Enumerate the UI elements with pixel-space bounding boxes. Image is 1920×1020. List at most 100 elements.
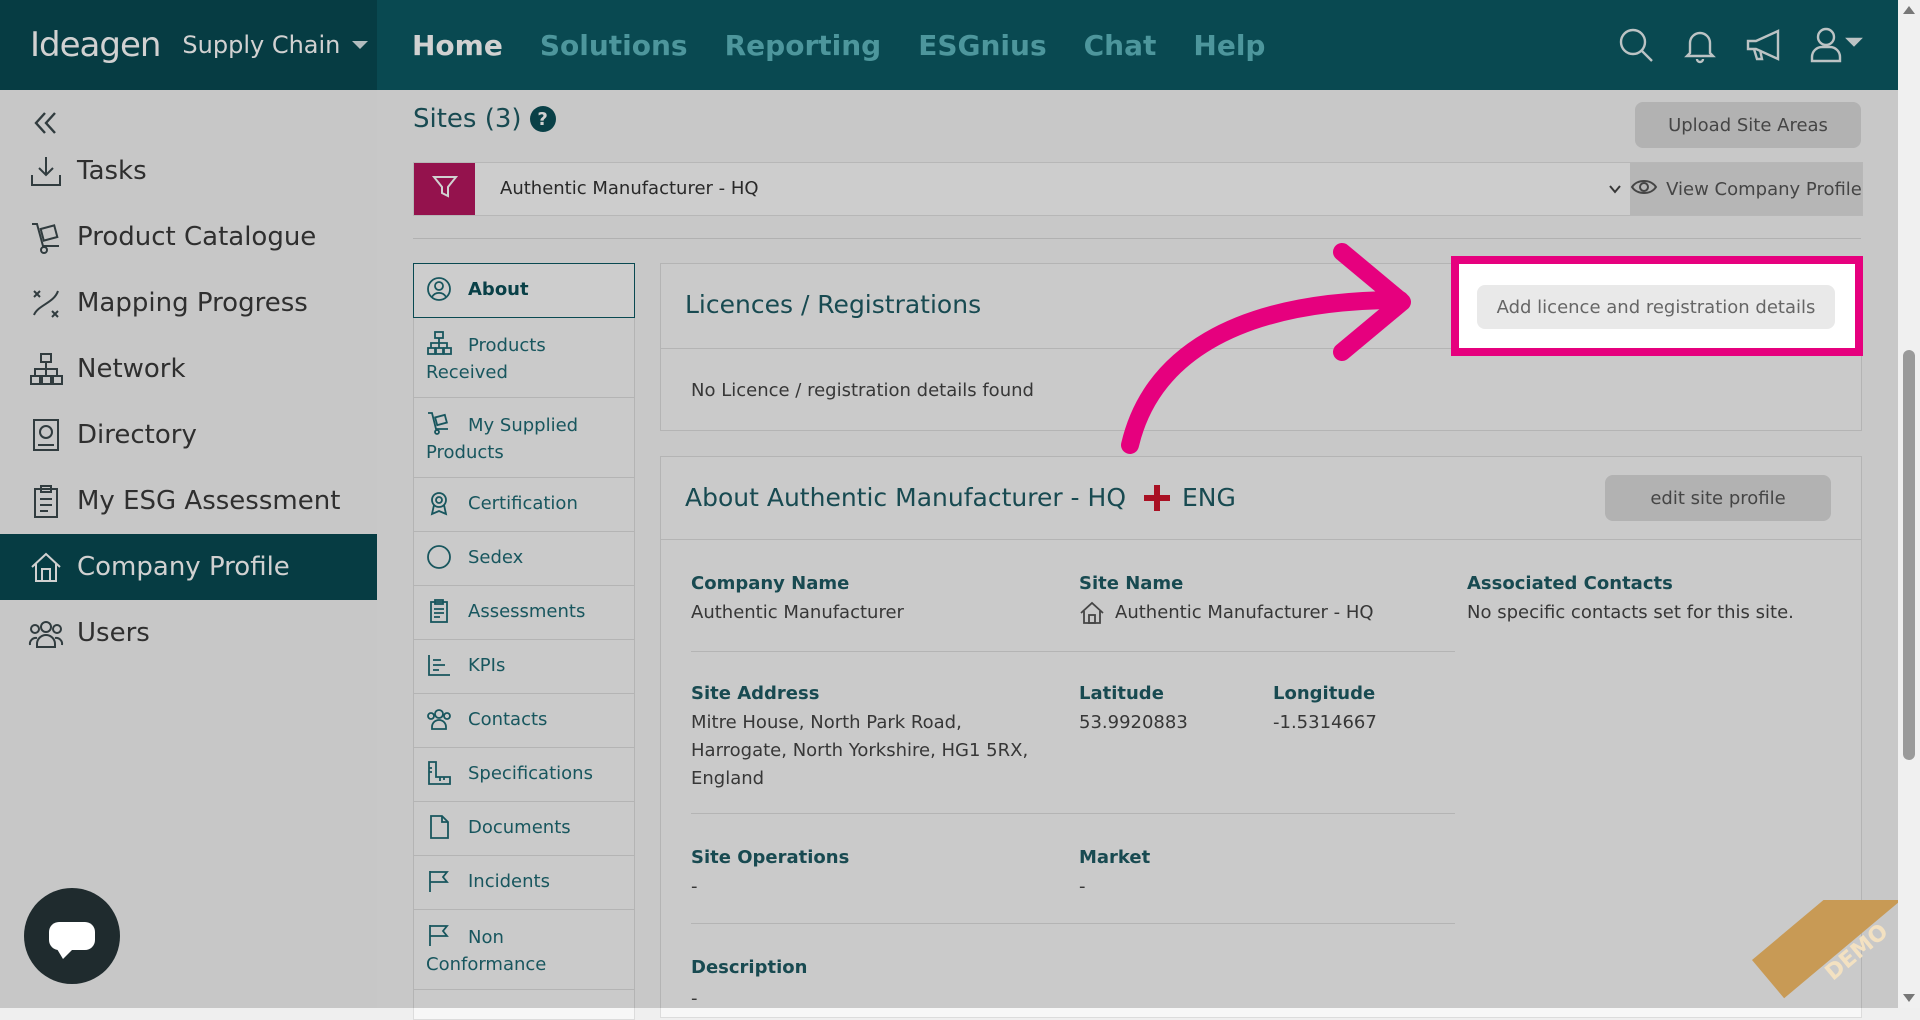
divider xyxy=(691,651,1455,652)
flag-icon xyxy=(426,868,452,894)
sidebar-item-users[interactable]: Users xyxy=(0,600,377,666)
market-label: Market xyxy=(1079,847,1151,868)
pointer-arrow-icon xyxy=(1121,243,1411,454)
sidebar-item-label: Company Profile xyxy=(77,552,290,582)
tab-label: About xyxy=(468,279,529,300)
site-select[interactable]: Authentic Manufacturer - HQ xyxy=(500,178,759,199)
eye-icon xyxy=(1630,177,1666,202)
profile-tabs: About Products Received My Supplied Prod… xyxy=(413,263,635,1020)
about-title: About Authentic Manufacturer - HQ ENG xyxy=(685,483,1236,512)
tab-certification[interactable]: Certification xyxy=(413,478,635,532)
award-icon xyxy=(426,490,452,516)
sidebar-item-mapping-progress[interactable]: Mapping Progress xyxy=(0,270,377,336)
tab-label: Products Received xyxy=(426,330,622,386)
tab-my-supplied-products[interactable]: My Supplied Products xyxy=(413,398,635,478)
site-operations-value: - xyxy=(691,876,698,897)
nav-help[interactable]: Help xyxy=(1193,29,1265,62)
ruler-icon xyxy=(426,760,452,786)
upload-site-areas-button[interactable]: Upload Site Areas xyxy=(1635,102,1861,148)
tab-sedex[interactable]: Sedex xyxy=(413,532,635,586)
main-content: Sites (3) ? Upload Site Areas Authentic … xyxy=(377,90,1898,1020)
clipboard-icon xyxy=(28,483,64,519)
filter-button[interactable] xyxy=(414,163,475,215)
tab-kpis[interactable]: KPIs xyxy=(413,640,635,694)
tab-documents[interactable]: Documents xyxy=(413,802,635,856)
scroll-thumb[interactable] xyxy=(1903,350,1915,760)
sidebar-item-my-esg-assessment[interactable]: My ESG Assessment xyxy=(0,468,377,534)
nav-chat[interactable]: Chat xyxy=(1084,29,1157,62)
site-name-text: Authentic Manufacturer - HQ xyxy=(1115,602,1374,623)
tab-non-conformance[interactable]: Non Conformance xyxy=(413,910,635,990)
edit-site-profile-button[interactable]: edit site profile xyxy=(1605,475,1831,521)
country-code: ENG xyxy=(1182,483,1236,512)
about-site-panel: About Authentic Manufacturer - HQ ENG ed… xyxy=(660,456,1862,1018)
chevron-down-icon[interactable] xyxy=(1608,181,1622,195)
top-tools xyxy=(1616,0,1868,90)
user-menu-icon[interactable] xyxy=(1808,25,1868,65)
nav-solutions[interactable]: Solutions xyxy=(540,29,688,62)
filter-icon xyxy=(431,173,459,205)
scroll-down-icon[interactable] xyxy=(1903,994,1915,1002)
route-icon xyxy=(28,285,64,321)
network-icon xyxy=(28,351,64,387)
divider xyxy=(691,813,1455,814)
download-tray-icon xyxy=(28,153,64,189)
highlight-frame: Add licence and registration details xyxy=(1451,256,1863,356)
tab-label: Specifications xyxy=(468,763,593,784)
tab-products-received[interactable]: Products Received xyxy=(413,318,635,398)
flag-icon xyxy=(426,922,452,948)
chat-launcher-button[interactable] xyxy=(24,888,120,984)
tab-specifications[interactable]: Specifications xyxy=(413,748,635,802)
search-icon[interactable] xyxy=(1616,25,1656,65)
tab-incidents[interactable]: Incidents xyxy=(413,856,635,910)
chevron-down-icon xyxy=(352,41,369,49)
megaphone-icon[interactable] xyxy=(1744,25,1784,65)
site-name-value: Authentic Manufacturer - HQ xyxy=(1079,599,1374,627)
add-licence-button[interactable]: Add licence and registration details xyxy=(1477,285,1835,329)
collapse-sidebar-icon[interactable] xyxy=(30,108,60,138)
nav-reporting[interactable]: Reporting xyxy=(725,29,882,62)
site-operations-label: Site Operations xyxy=(691,847,850,868)
scroll-up-icon[interactable] xyxy=(1903,6,1915,14)
tab-label: Incidents xyxy=(468,871,550,892)
company-name-value: Authentic Manufacturer xyxy=(691,602,904,623)
latitude-value: 53.9920883 xyxy=(1079,712,1188,733)
sidebar-item-company-profile[interactable]: Company Profile xyxy=(0,534,377,600)
divider xyxy=(691,923,1455,924)
tab-label: Sedex xyxy=(468,547,524,568)
licences-title: Licences / Registrations xyxy=(685,290,982,319)
sidebar-item-tasks[interactable]: Tasks xyxy=(0,138,377,204)
users-icon xyxy=(426,706,452,732)
help-icon[interactable]: ? xyxy=(529,106,556,132)
licences-empty-message: No Licence / registration details found xyxy=(691,380,1034,401)
tab-label: Contacts xyxy=(468,709,548,730)
sidebar-item-label: Users xyxy=(77,618,150,648)
tab-about[interactable]: About xyxy=(413,263,635,318)
sidebar-item-directory[interactable]: Directory xyxy=(0,402,377,468)
view-company-profile-button[interactable]: View Company Profile xyxy=(1630,163,1862,215)
tab-more[interactable] xyxy=(413,990,635,1020)
network-icon xyxy=(426,330,452,356)
circle-icon xyxy=(426,544,452,570)
tab-assessments[interactable]: Assessments xyxy=(413,586,635,640)
tab-contacts[interactable]: Contacts xyxy=(413,694,635,748)
longitude-value: -1.5314667 xyxy=(1273,712,1377,733)
tab-label: Documents xyxy=(468,817,571,838)
bell-icon[interactable] xyxy=(1680,25,1720,65)
england-flag-icon xyxy=(1144,484,1170,511)
sidebar-item-product-catalogue[interactable]: Product Catalogue xyxy=(0,204,377,270)
sidebar-item-label: Tasks xyxy=(77,156,147,186)
nav-esgnius[interactable]: ESGnius xyxy=(918,29,1046,62)
bar-chart-icon xyxy=(426,652,452,678)
sidebar-item-network[interactable]: Network xyxy=(0,336,377,402)
description-value: - xyxy=(691,988,698,1009)
brand-switcher[interactable]: Ideagen Supply Chain xyxy=(0,0,377,90)
associated-contacts-label: Associated Contacts xyxy=(1467,573,1673,594)
company-name-label: Company Name xyxy=(691,573,850,594)
nav-home[interactable]: Home xyxy=(412,29,503,62)
market-value: - xyxy=(1079,876,1086,897)
associated-contacts-value: No specific contacts set for this site. xyxy=(1467,602,1794,623)
page-scrollbar[interactable] xyxy=(1898,0,1920,1008)
user-circle-icon xyxy=(426,276,452,302)
top-bar: Ideagen Supply Chain Home Solutions Repo… xyxy=(0,0,1898,90)
